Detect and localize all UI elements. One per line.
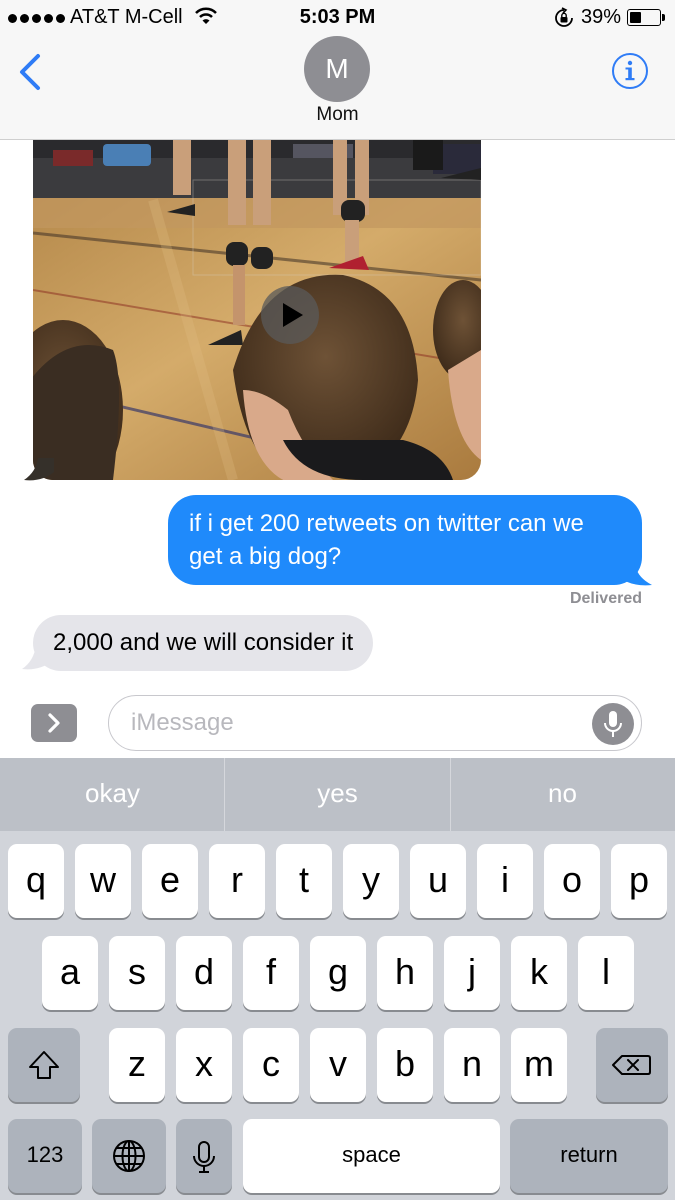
key-f[interactable]: f [243, 936, 299, 1010]
outgoing-message-bubble[interactable]: if i get 200 retweets on twitter can we … [168, 495, 642, 585]
key-c[interactable]: c [243, 1028, 299, 1102]
numbers-key[interactable]: 123 [8, 1119, 82, 1193]
key-o[interactable]: o [544, 844, 600, 918]
key-y[interactable]: y [343, 844, 399, 918]
key-s[interactable]: s [109, 936, 165, 1010]
key-j[interactable]: j [444, 936, 500, 1010]
key-x[interactable]: x [176, 1028, 232, 1102]
shift-arrow-icon [29, 1051, 59, 1079]
key-d[interactable]: d [176, 936, 232, 1010]
suggestion-no[interactable]: no [450, 758, 675, 831]
incoming-message-text: 2,000 and we will consider it [53, 629, 354, 656]
key-i[interactable]: i [477, 844, 533, 918]
outgoing-message-text: if i get 200 retweets on twitter can we … [189, 510, 584, 570]
battery-nub [662, 14, 665, 21]
dictation-key[interactable] [176, 1119, 232, 1193]
backspace-icon [612, 1055, 651, 1075]
info-icon [612, 53, 648, 89]
quicktype-bar: okay yes no [0, 758, 675, 831]
play-button[interactable] [261, 286, 319, 344]
key-h[interactable]: h [377, 936, 433, 1010]
rotation-lock-icon [555, 7, 573, 27]
key-u[interactable]: u [410, 844, 466, 918]
message-input-field[interactable] [108, 695, 642, 751]
key-t[interactable]: t [276, 844, 332, 918]
globe-key[interactable] [92, 1119, 166, 1193]
key-v[interactable]: v [310, 1028, 366, 1102]
incoming-bubble-tail [24, 458, 54, 481]
battery-icon [627, 9, 661, 26]
suggestion-okay[interactable]: okay [0, 758, 225, 831]
microphone-icon [193, 1141, 215, 1173]
chevron-right-icon [48, 713, 60, 733]
key-r[interactable]: r [209, 844, 265, 918]
suggestion-yes[interactable]: yes [225, 758, 450, 831]
incoming-message-bubble[interactable]: 2,000 and we will consider it [33, 615, 374, 671]
video-thumbnail [33, 140, 481, 480]
return-key[interactable]: return [510, 1119, 668, 1193]
app-drawer-button[interactable] [31, 704, 77, 742]
dictation-button[interactable] [592, 703, 634, 745]
space-key[interactable]: space [243, 1119, 500, 1193]
outgoing-bubble-tail [618, 561, 652, 586]
keyboard: okay yes no q w e r t y u i o p a s d f … [0, 758, 675, 1200]
key-n[interactable]: n [444, 1028, 500, 1102]
info-button[interactable] [611, 52, 649, 90]
key-z[interactable]: z [109, 1028, 165, 1102]
key-q[interactable]: q [8, 844, 64, 918]
delivered-status: Delivered [569, 590, 642, 607]
battery-percentage: 39% [581, 6, 622, 28]
key-e[interactable]: e [142, 844, 198, 918]
microphone-icon [604, 711, 622, 737]
key-b[interactable]: b [377, 1028, 433, 1102]
delete-key[interactable] [596, 1028, 668, 1102]
contact-avatar[interactable]: M [304, 36, 370, 102]
back-button[interactable] [14, 52, 50, 92]
chevron-left-icon [20, 54, 40, 90]
incoming-bubble-tail [22, 645, 52, 670]
status-bar: AT&T M-Cell 5:03 PM 39% [0, 0, 675, 36]
key-m[interactable]: m [511, 1028, 567, 1102]
video-message[interactable] [33, 140, 481, 480]
message-input[interactable] [131, 708, 591, 738]
contact-name[interactable]: Mom [0, 104, 675, 126]
key-a[interactable]: a [42, 936, 98, 1010]
play-icon [283, 303, 303, 327]
key-w[interactable]: w [75, 844, 131, 918]
battery-level [630, 12, 641, 23]
shift-key[interactable] [8, 1028, 80, 1102]
globe-icon [113, 1140, 145, 1172]
key-l[interactable]: l [578, 936, 634, 1010]
key-k[interactable]: k [511, 936, 567, 1010]
key-p[interactable]: p [611, 844, 667, 918]
conversation-header: M Mom [0, 36, 675, 140]
key-g[interactable]: g [310, 936, 366, 1010]
